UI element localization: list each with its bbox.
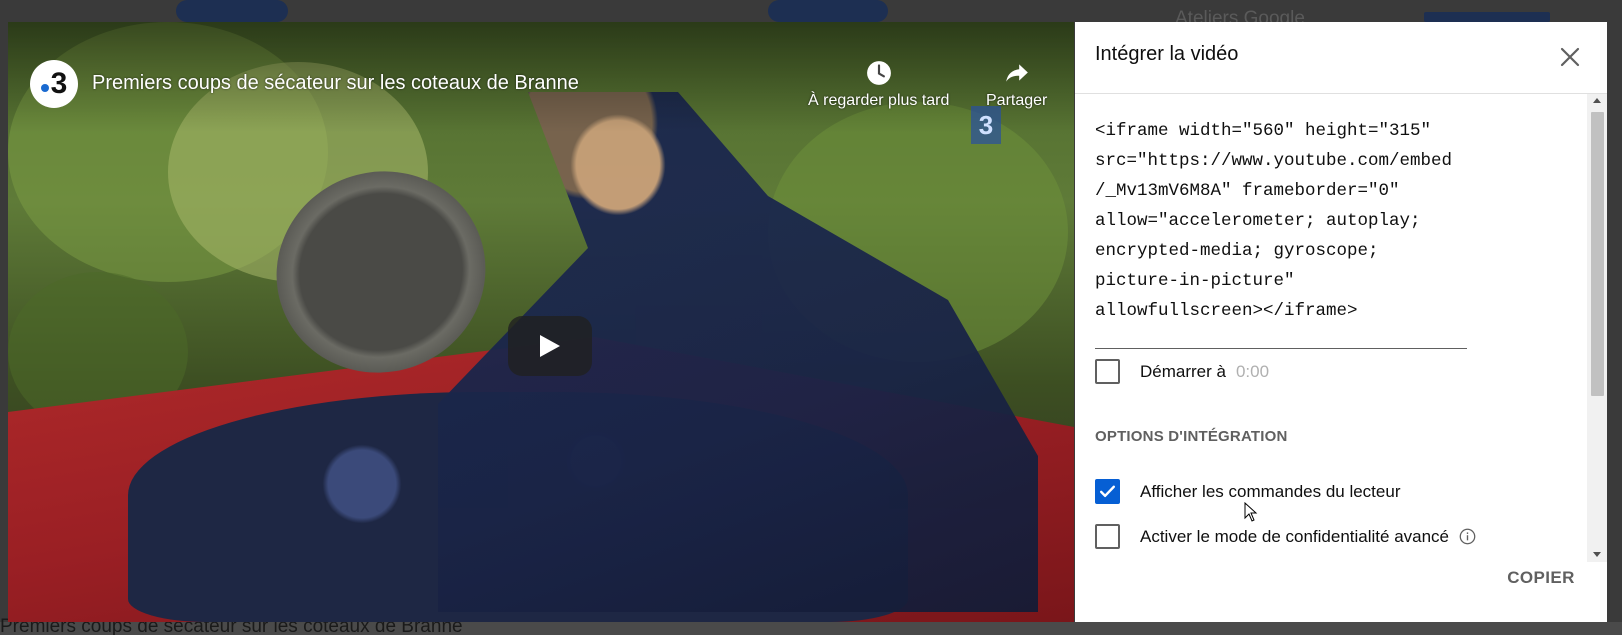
- embed-code-textarea[interactable]: <iframe width="560" height="315" src="ht…: [1095, 116, 1475, 326]
- embed-options-heading: OPTIONS D'INTÉGRATION: [1095, 428, 1288, 445]
- dialog-header: Intégrer la vidéo: [1075, 22, 1607, 94]
- dialog-body: <iframe width="560" height="315" src="ht…: [1075, 94, 1587, 562]
- logo-number: 3: [50, 67, 68, 100]
- scroll-down-arrow-icon[interactable]: [1593, 552, 1601, 557]
- start-at-row: Démarrer à 0:00: [1095, 359, 1296, 384]
- copy-button[interactable]: COPIER: [1491, 554, 1591, 602]
- france3-logo-icon[interactable]: 3: [30, 60, 78, 108]
- show-controls-checkbox[interactable]: [1095, 479, 1120, 504]
- watch-later-label: À regarder plus tard: [808, 92, 950, 109]
- embed-code-underline: [1095, 348, 1467, 349]
- info-icon[interactable]: [1459, 528, 1476, 545]
- privacy-mode-label: Activer le mode de confidentialité avanc…: [1140, 526, 1450, 546]
- background-button-shape: [768, 0, 888, 22]
- embed-dialog: Intégrer la vidéo <iframe width="560" he…: [1075, 22, 1607, 622]
- watch-later-button[interactable]: À regarder plus tard: [808, 60, 949, 110]
- privacy-mode-row: Activer le mode de confidentialité avanc…: [1095, 524, 1476, 549]
- share-label: Partager: [986, 92, 1048, 109]
- play-button[interactable]: [508, 316, 592, 376]
- scroll-up-arrow-icon[interactable]: [1593, 98, 1601, 103]
- start-time-input[interactable]: 0:00: [1236, 362, 1296, 382]
- share-arrow-icon: [1005, 64, 1028, 82]
- checkmark-icon: [1099, 485, 1116, 498]
- close-button[interactable]: [1555, 42, 1585, 72]
- channel-watermark: 3: [971, 106, 1001, 144]
- dialog-scrollbar[interactable]: [1587, 94, 1607, 562]
- privacy-mode-checkbox[interactable]: [1095, 524, 1120, 549]
- logo-dot: [40, 84, 49, 92]
- start-at-checkbox[interactable]: [1095, 359, 1120, 384]
- show-controls-row: Afficher les commandes du lecteur: [1095, 479, 1400, 504]
- background-subscribe-shape: [1424, 12, 1550, 22]
- share-button[interactable]: Partager: [986, 60, 1047, 110]
- video-title[interactable]: Premiers coups de sécateur sur les cotea…: [92, 72, 579, 95]
- show-controls-label: Afficher les commandes du lecteur: [1140, 481, 1401, 501]
- video-player[interactable]: 3 Premiers coups de sécateur sur les cot…: [8, 22, 1074, 622]
- start-at-label: Démarrer à: [1140, 361, 1226, 381]
- dialog-title: Intégrer la vidéo: [1095, 43, 1239, 65]
- scrollbar-thumb[interactable]: [1591, 112, 1604, 396]
- close-icon: [1560, 47, 1580, 67]
- background-button-shape: [176, 0, 288, 22]
- play-icon: [540, 335, 560, 357]
- mouse-cursor-icon: [1244, 502, 1258, 522]
- clock-icon: [866, 61, 891, 85]
